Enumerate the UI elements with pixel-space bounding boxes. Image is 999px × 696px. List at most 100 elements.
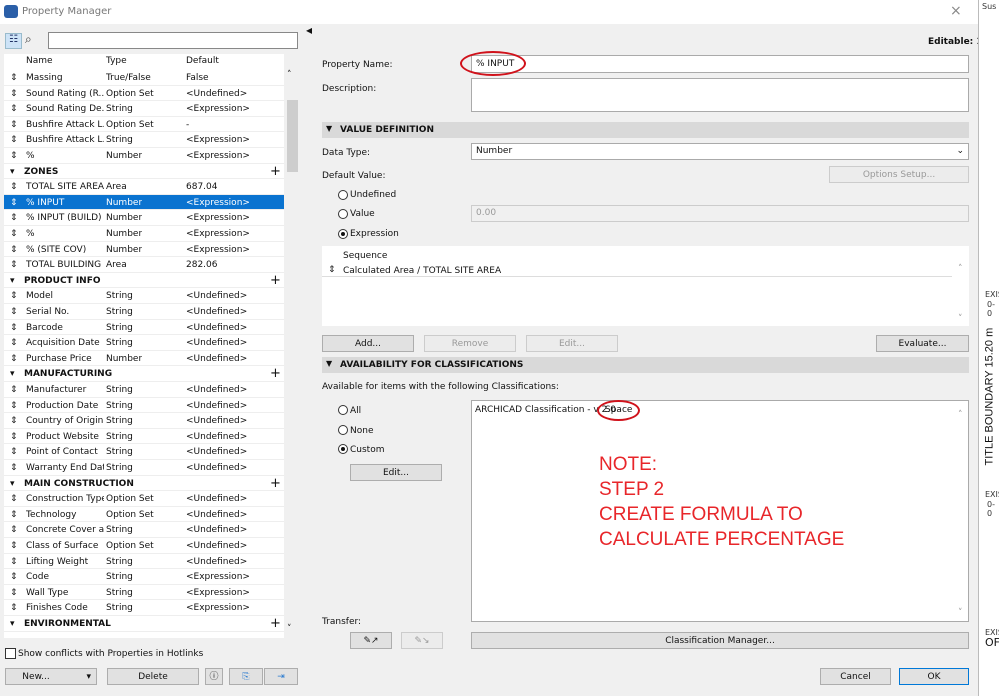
info-icon[interactable]: ⓘ <box>205 668 223 685</box>
radio-custom[interactable] <box>338 444 348 454</box>
table-row[interactable]: ⇕ Wall Type String <Expression> <box>4 584 286 601</box>
add-property-icon[interactable]: + <box>270 616 281 631</box>
show-conflicts-checkbox[interactable] <box>5 648 16 659</box>
scrollbar-thumb[interactable] <box>287 100 298 172</box>
drag-handle-icon[interactable]: ⇕ <box>10 151 18 161</box>
add-property-icon[interactable]: + <box>270 366 281 381</box>
table-row[interactable]: ⇕ Sound Rating De... String <Expression> <box>4 101 286 117</box>
add-property-icon[interactable]: + <box>270 476 281 491</box>
table-row[interactable]: ⇕ Class of Surface Option Set <Undefined> <box>4 538 286 554</box>
drag-handle-icon[interactable]: ⇕ <box>10 182 18 192</box>
drag-handle-icon[interactable]: ⇕ <box>10 89 18 99</box>
collapse-triangle-icon[interactable]: ▾ <box>10 276 15 286</box>
drag-handle-icon[interactable]: ⇕ <box>10 510 18 520</box>
scroll-down-icon[interactable]: ˅ <box>287 624 292 634</box>
description-input[interactable] <box>471 78 969 112</box>
close-icon[interactable]: × <box>950 3 962 19</box>
table-row[interactable]: ⇕ Sound Rating (R... Option Set <Undefined> <box>4 85 286 102</box>
table-row[interactable]: ⇕ TOTAL SITE AREA Area 687.04 <box>4 179 286 195</box>
drag-handle-icon[interactable]: ⇕ <box>10 307 18 317</box>
cancel-button[interactable]: Cancel <box>820 668 891 685</box>
drag-handle-icon[interactable]: ⇕ <box>10 572 18 582</box>
table-row[interactable]: ⇕ Country of Origin String <Undefined> <box>4 413 286 429</box>
drag-handle-icon[interactable]: ⇕ <box>10 73 18 83</box>
drag-handle-icon[interactable]: ⇕ <box>10 432 18 442</box>
group-header[interactable]: ▾ MANUFACTURING + <box>4 366 286 382</box>
drag-handle-icon[interactable]: ⇕ <box>328 265 336 275</box>
list-view-icon[interactable]: ☷ <box>5 33 22 49</box>
add-property-icon[interactable]: + <box>270 164 281 179</box>
drag-handle-icon[interactable]: ⇕ <box>10 588 18 598</box>
radio-none[interactable] <box>338 425 348 435</box>
drag-handle-icon[interactable]: ⇕ <box>10 525 18 535</box>
collapse-triangle-icon[interactable]: ▾ <box>10 479 15 489</box>
table-row[interactable]: ⇕ Technology Option Set <Undefined> <box>4 506 286 523</box>
table-row[interactable]: ⇕ % INPUT (BUILD) Number <Expression> <box>4 210 286 226</box>
drag-handle-icon[interactable]: ⇕ <box>10 416 18 426</box>
group-header[interactable]: ▾ MAIN CONSTRUCTION + <box>4 475 286 492</box>
drag-handle-icon[interactable]: ⇕ <box>10 447 18 457</box>
drag-handle-icon[interactable]: ⇕ <box>10 198 18 208</box>
table-row[interactable]: ⇕ Concrete Cover a...String <Undefined> <box>4 522 286 538</box>
drag-handle-icon[interactable]: ⇕ <box>10 541 18 551</box>
collapse-triangle-icon[interactable]: ▾ <box>10 369 15 379</box>
table-row[interactable]: ⇕ TOTAL BUILDING ... Area 282.06 <box>4 257 286 273</box>
drag-handle-icon[interactable]: ⇕ <box>10 463 18 473</box>
column-type[interactable]: Type <box>106 56 127 66</box>
new-button[interactable]: New... ▾ <box>5 668 97 685</box>
property-name-input[interactable]: % INPUT <box>471 55 969 73</box>
search-icon[interactable]: ⌕ <box>25 32 32 47</box>
table-row[interactable]: ⇕ Serial No. String <Undefined> <box>4 304 286 320</box>
group-header[interactable]: ▾ ZONES + <box>4 163 286 180</box>
radio-expression[interactable] <box>338 229 348 239</box>
column-name[interactable]: Name <box>26 56 53 66</box>
table-row[interactable]: ⇕ Lifting Weight String <Undefined> <box>4 553 286 570</box>
drag-handle-icon[interactable]: ⇕ <box>10 385 18 395</box>
search-input[interactable] <box>48 32 298 49</box>
collapse-triangle-icon[interactable]: ▾ <box>10 619 15 629</box>
drag-handle-icon[interactable]: ⇕ <box>10 494 18 504</box>
add-property-icon[interactable]: + <box>270 273 281 288</box>
scroll-down-icon[interactable]: ˅ <box>958 314 963 324</box>
group-header[interactable]: ▾ ENVIRONMENTAL + <box>4 616 286 632</box>
edit-sequence-button[interactable]: Edit... <box>526 335 618 352</box>
table-row[interactable]: ⇕ Acquisition Date String <Undefined> <box>4 335 286 351</box>
table-row[interactable]: ⇕ Purchase Price Number <Undefined> <box>4 350 286 367</box>
classification-edit-button[interactable]: Edit... <box>350 464 442 481</box>
table-row[interactable]: ⇕ Warranty End Date String <Undefined> <box>4 460 286 476</box>
table-row[interactable]: ⇕ Bushfire Attack L... String <Expression> <box>4 132 286 148</box>
ok-button[interactable]: OK <box>899 668 969 685</box>
table-row[interactable]: ⇕ Finishes Code String <Expression> <box>4 600 286 616</box>
drag-handle-icon[interactable]: ⇕ <box>10 260 18 270</box>
drag-handle-icon[interactable]: ⇕ <box>10 354 18 364</box>
eyedropper-icon[interactable]: ✎↗ <box>350 632 392 649</box>
scroll-up-icon[interactable]: ˄ <box>287 70 292 80</box>
drag-handle-icon[interactable]: ⇕ <box>10 104 18 114</box>
drag-handle-icon[interactable]: ⇕ <box>10 213 18 223</box>
remove-button[interactable]: Remove <box>424 335 516 352</box>
drag-handle-icon[interactable]: ⇕ <box>10 229 18 239</box>
table-row[interactable]: ⇕ Massing True/False False <box>4 70 286 86</box>
syringe-icon[interactable]: ✎↘ <box>401 632 443 649</box>
radio-value[interactable] <box>338 209 348 219</box>
scroll-down-icon[interactable]: ˅ <box>958 608 963 618</box>
drag-handle-icon[interactable]: ⇕ <box>10 338 18 348</box>
drag-handle-icon[interactable]: ⇕ <box>10 557 18 567</box>
import-icon[interactable]: ⎘ <box>229 668 263 685</box>
drag-handle-icon[interactable]: ⇕ <box>10 323 18 333</box>
scroll-up-icon[interactable]: ˄ <box>958 264 963 274</box>
scroll-up-icon[interactable]: ˄ <box>958 410 963 420</box>
column-default[interactable]: Default <box>186 56 219 66</box>
table-row[interactable]: ⇕ Point of Contact String <Undefined> <box>4 444 286 460</box>
drag-handle-icon[interactable]: ⇕ <box>10 291 18 301</box>
delete-button[interactable]: Delete <box>107 668 199 685</box>
collapse-triangle-icon[interactable]: ▼ <box>326 124 332 133</box>
data-type-select[interactable]: Number ⌄ <box>471 143 969 160</box>
table-row[interactable]: ⇕ Production Date String <Undefined> <box>4 397 286 414</box>
drag-handle-icon[interactable]: ⇕ <box>10 245 18 255</box>
add-button[interactable]: Add... <box>322 335 414 352</box>
group-header[interactable]: ▾ PRODUCT INFO + <box>4 272 286 289</box>
table-row[interactable]: ⇕ Product Website String <Undefined> <box>4 428 286 445</box>
table-row[interactable]: ⇕% Number <Expression> <box>4 226 286 242</box>
table-row[interactable]: ⇕ Barcode String <Undefined> <box>4 319 286 336</box>
